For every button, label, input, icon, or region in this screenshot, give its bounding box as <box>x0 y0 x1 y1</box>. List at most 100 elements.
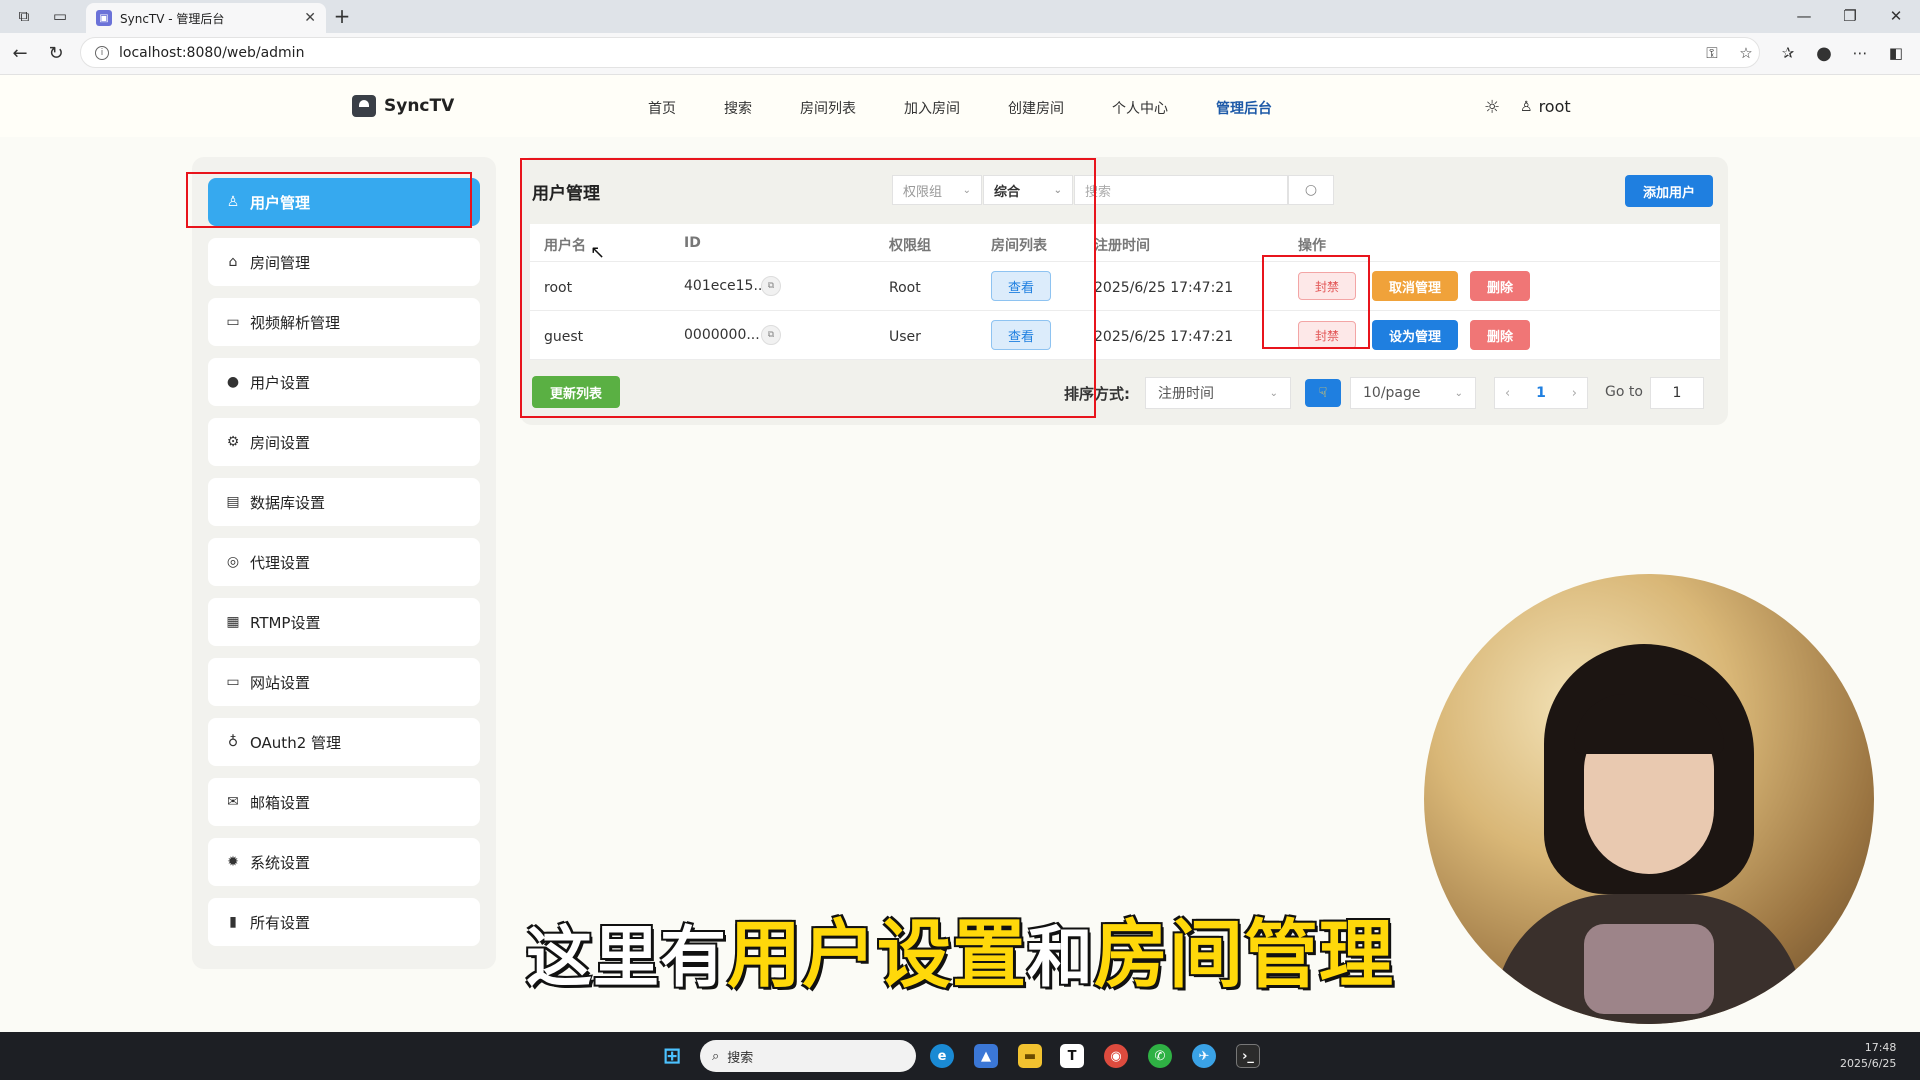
search-button[interactable]: ○ <box>1288 175 1334 205</box>
url-input[interactable]: i localhost:8080/web/admin <box>80 37 1760 68</box>
sidebar-item-rtmp-settings[interactable]: ▦ RTMP设置 <box>208 598 480 646</box>
sidebar-item-system-settings[interactable]: ✹ 系统设置 <box>208 838 480 886</box>
person-icon: ● <box>226 374 240 390</box>
browser-tab[interactable]: ▣ SyncTV - 管理后台 ✕ <box>86 3 326 33</box>
taskbar-search-input[interactable]: ⌕ 搜索 <box>700 1040 916 1072</box>
back-icon[interactable]: ← <box>8 41 32 65</box>
top-navigation <box>0 75 1920 137</box>
sidebar-toggle-icon[interactable]: ◧ <box>1884 41 1908 65</box>
typora-icon[interactable]: T <box>1060 1044 1084 1068</box>
add-user-button[interactable]: 添加用户 <box>1625 175 1713 207</box>
delete-button[interactable]: 删除 <box>1470 320 1530 350</box>
gear-icon: ⚙ <box>226 434 240 450</box>
cog-icon: ✹ <box>227 854 239 870</box>
synctv-favicon-icon: ▣ <box>96 10 112 26</box>
terminal-icon[interactable]: ›_ <box>1236 1044 1260 1068</box>
database-icon: ▤ <box>226 494 240 510</box>
search-icon: ⌕ <box>712 1048 720 1064</box>
sidebar-item-proxy-settings[interactable]: ◎ 代理设置 <box>208 538 480 586</box>
restore-icon[interactable]: ❐ <box>1838 4 1862 28</box>
sidebar-item-label: OAuth2 管理 <box>250 733 342 752</box>
page-size-select[interactable]: 10/page ⌄ <box>1350 377 1476 409</box>
theme-toggle-sun-icon[interactable]: ☼ <box>1484 97 1500 118</box>
sidebar-item-user-settings[interactable]: ● 用户设置 <box>208 358 480 406</box>
clock-time: 17:48 <box>1864 1041 1897 1054</box>
sidebar-item-label: 视频解析管理 <box>250 313 341 332</box>
presenter-bangs <box>1574 694 1724 754</box>
nav-create-room[interactable]: 创建房间 <box>1008 98 1064 118</box>
next-page-icon[interactable]: › <box>1572 386 1577 401</box>
current-page[interactable]: 1 <box>1536 385 1546 401</box>
taskbar-search-placeholder: 搜索 <box>727 1050 754 1066</box>
sidebar-item-label: 邮箱设置 <box>250 793 311 812</box>
prev-page-icon[interactable]: ‹ <box>1505 386 1510 401</box>
key-icon[interactable]: ⚿ <box>1700 41 1724 65</box>
sort-by-value: 注册时间 <box>1158 386 1214 402</box>
nav-admin[interactable]: 管理后台 <box>1216 98 1272 118</box>
favorite-star-icon[interactable]: ☆ <box>1734 41 1758 65</box>
sidebar-item-video-parse[interactable]: ▭ 视频解析管理 <box>208 298 480 346</box>
search-icon: ○ <box>1304 182 1318 198</box>
new-tab-icon[interactable]: + <box>330 4 354 28</box>
video-subtitle: 这里有用户设置和房间管理 <box>0 895 1920 1002</box>
sort-direction-icon: ☟ <box>1318 385 1328 401</box>
user-icon: ♙ <box>1520 98 1533 115</box>
nav-home[interactable]: 首页 <box>648 98 676 118</box>
profile-avatar-icon[interactable]: ● <box>1812 41 1836 65</box>
more-menu-icon[interactable]: ⋯ <box>1848 41 1872 65</box>
site-info-icon[interactable]: i <box>95 45 109 60</box>
user-menu[interactable]: ♙ root <box>1520 97 1571 116</box>
wechat-icon[interactable]: ✆ <box>1148 1044 1172 1068</box>
video-icon: ▭ <box>226 314 240 330</box>
system-clock[interactable]: 17:48 2025/6/25 <box>1840 1040 1896 1072</box>
sidebar-item-room-management[interactable]: ⌂ 房间管理 <box>208 238 480 286</box>
chrome-icon[interactable]: ◉ <box>1104 1044 1128 1068</box>
tab-actions-icon[interactable]: ▭ <box>48 4 72 28</box>
clock-date: 2025/6/25 <box>1840 1057 1897 1070</box>
monitor-icon: ▭ <box>226 674 240 690</box>
revoke-admin-button[interactable]: 取消管理 <box>1372 271 1458 301</box>
sort-by-select[interactable]: 注册时间 ⌄ <box>1145 377 1291 409</box>
subtitle-highlight: 用户设置 <box>727 912 1027 998</box>
bird-app-icon[interactable]: ✈ <box>1192 1044 1216 1068</box>
subtitle-part: 这里有 <box>526 919 727 996</box>
sidebar-item-mail-settings[interactable]: ✉ 邮箱设置 <box>208 778 480 826</box>
file-explorer-icon[interactable]: ▬ <box>1018 1044 1042 1068</box>
close-window-icon[interactable]: ✕ <box>1884 4 1908 28</box>
nav-search[interactable]: 搜索 <box>724 98 752 118</box>
row-registered: 2025/6/25 17:47:21 <box>1094 329 1234 345</box>
windows-start-icon[interactable]: ⊞ <box>660 1044 684 1069</box>
sort-direction-button[interactable]: ☟ <box>1305 379 1341 407</box>
home-icon: ⌂ <box>228 254 238 270</box>
nav-join-room[interactable]: 加入房间 <box>904 98 960 118</box>
goto-label: Go to <box>1605 384 1643 400</box>
synctv-logo-icon <box>352 95 376 117</box>
minimize-icon[interactable]: — <box>1792 4 1816 28</box>
sidebar-item-site-settings[interactable]: ▭ 网站设置 <box>208 658 480 706</box>
reload-icon[interactable]: ↻ <box>44 41 68 65</box>
nav-profile[interactable]: 个人中心 <box>1112 98 1168 118</box>
subtitle-part: 和 <box>1027 919 1094 996</box>
goto-page-input[interactable]: 1 <box>1650 377 1704 409</box>
edge-browser-icon[interactable]: e <box>930 1044 954 1068</box>
address-bar-row: ← ↻ i localhost:8080/web/admin ⚿ ☆ ✰ ● ⋯… <box>0 33 1920 75</box>
grid-icon: ▦ <box>226 614 240 630</box>
sidebar-item-oauth2[interactable]: ♁ OAuth2 管理 <box>208 718 480 766</box>
workspaces-icon[interactable]: ⧉ <box>12 4 36 28</box>
sidebar-item-room-settings[interactable]: ⚙ 房间设置 <box>208 418 480 466</box>
brand-logo[interactable]: SyncTV <box>352 95 454 117</box>
sidebar-item-database-settings[interactable]: ▤ 数据库设置 <box>208 478 480 526</box>
photos-app-icon[interactable]: ▲ <box>974 1044 998 1068</box>
close-tab-icon[interactable]: ✕ <box>304 10 316 26</box>
column-registered[interactable]: 注册时间 <box>1094 235 1150 255</box>
browser-tab-bar: ⧉ ▭ ▣ SyncTV - 管理后台 ✕ + — ❐ ✕ <box>0 0 1920 33</box>
brand-name: SyncTV <box>384 96 455 116</box>
favorites-list-icon[interactable]: ✰ <box>1776 41 1800 65</box>
sidebar-item-label: 系统设置 <box>250 853 311 872</box>
make-admin-button[interactable]: 设为管理 <box>1372 320 1458 350</box>
delete-button[interactable]: 删除 <box>1470 271 1530 301</box>
row-registered: 2025/6/25 17:47:21 <box>1094 280 1234 296</box>
sidebar-item-label: 数据库设置 <box>250 493 326 512</box>
nav-room-list[interactable]: 房间列表 <box>800 98 856 118</box>
search-input[interactable]: 搜索 <box>1074 175 1288 205</box>
